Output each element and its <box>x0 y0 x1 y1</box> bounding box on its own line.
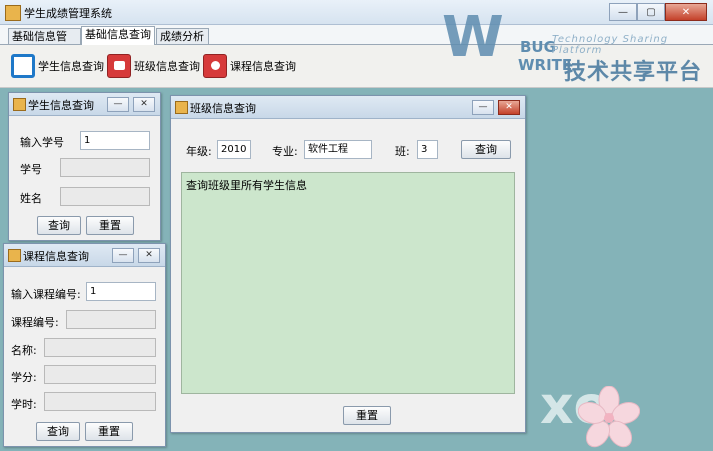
course-name-field <box>44 338 156 357</box>
class-label: 班: <box>395 145 410 158</box>
student-query-frame: 学生信息查询 — ✕ 输入学号 1 学号 姓名 查询 重置 <box>8 92 161 241</box>
course-query-submit-button[interactable]: 查询 <box>36 422 80 441</box>
app-icon <box>5 5 21 21</box>
course-query-label: 课程信息查询 <box>230 60 296 73</box>
course-frame-title: 课程信息查询 <box>23 250 89 263</box>
student-name-label: 姓名 <box>20 192 42 205</box>
course-credit-field <box>44 365 156 384</box>
course-hours-field <box>44 392 156 411</box>
student-frame-header[interactable]: 学生信息查询 — ✕ <box>9 93 160 116</box>
course-code-input-label: 输入课程编号: <box>11 288 81 301</box>
student-query-submit-button[interactable]: 查询 <box>37 216 81 235</box>
logo-tagline: Technology Sharing Platform <box>552 34 669 56</box>
class-input[interactable]: 3 <box>417 140 438 159</box>
course-credit-label: 学分: <box>11 371 37 384</box>
class-camera-icon <box>107 54 131 78</box>
class-query-label: 班级信息查询 <box>134 60 200 73</box>
tab-basic-info-manage[interactable]: 基础信息管理 <box>8 28 81 59</box>
watermark-logo: W BUG WRITE Technology Sharing Platform … <box>432 8 712 88</box>
course-reset-button[interactable]: 重置 <box>85 422 133 441</box>
course-code-field <box>66 310 156 329</box>
close-icon[interactable]: ✕ <box>133 97 155 112</box>
course-code-label: 课程编号: <box>11 316 59 329</box>
course-camera-icon <box>203 54 227 78</box>
logo-bug: BUG <box>520 38 556 56</box>
student-query-label: 学生信息查询 <box>38 60 104 73</box>
course-query-button[interactable]: 课程信息查询 <box>203 54 296 78</box>
logo-letter: W <box>442 5 504 70</box>
major-input[interactable]: 软件工程 <box>304 140 372 159</box>
course-name-label: 名称: <box>11 344 37 357</box>
frame-icon <box>8 249 21 262</box>
course-code-input[interactable]: 1 <box>86 282 156 301</box>
grade-label: 年级: <box>186 145 212 158</box>
class-frame-title: 班级信息查询 <box>190 102 256 115</box>
class-query-frame: 班级信息查询 — ✕ 年级: 2010 专业: 软件工程 班: 3 查询 查询班… <box>170 95 526 433</box>
student-reset-button[interactable]: 重置 <box>86 216 134 235</box>
close-icon[interactable]: ✕ <box>498 100 520 115</box>
frame-icon <box>175 101 188 114</box>
student-id-field <box>60 158 150 177</box>
class-result-area[interactable]: 查询班级里所有学生信息 <box>181 172 515 394</box>
student-frame-icon <box>11 54 35 78</box>
course-query-frame: 课程信息查询 — ✕ 输入课程编号: 1 课程编号: 名称: 学分: 学时: 查… <box>3 243 166 447</box>
student-id-label: 学号 <box>20 163 42 176</box>
course-frame-header[interactable]: 课程信息查询 — ✕ <box>4 244 165 267</box>
class-frame-header[interactable]: 班级信息查询 — ✕ <box>171 96 525 119</box>
tab-score-analysis[interactable]: 成绩分析 <box>156 28 209 44</box>
student-query-button[interactable]: 学生信息查询 <box>11 54 104 78</box>
minimize-icon[interactable]: — <box>472 100 494 115</box>
class-reset-button[interactable]: 重置 <box>343 406 391 425</box>
minimize-icon[interactable]: — <box>112 248 134 263</box>
minimize-icon[interactable]: — <box>107 97 129 112</box>
class-query-submit-button[interactable]: 查询 <box>461 140 511 159</box>
frame-icon <box>13 98 26 111</box>
student-id-input-label: 输入学号 <box>20 136 64 149</box>
app-title: 学生成绩管理系统 <box>24 7 112 20</box>
student-frame-title: 学生信息查询 <box>28 99 94 112</box>
major-label: 专业: <box>272 145 298 158</box>
tab-basic-info-query[interactable]: 基础信息查询 <box>81 26 155 45</box>
grade-input[interactable]: 2010 <box>217 140 251 159</box>
close-icon[interactable]: ✕ <box>138 248 160 263</box>
course-hours-label: 学时: <box>11 398 37 411</box>
student-id-input[interactable]: 1 <box>80 131 150 150</box>
class-query-button[interactable]: 班级信息查询 <box>107 54 200 78</box>
student-name-field <box>60 187 150 206</box>
logo-cn-text: 技术共享平台 <box>564 60 703 85</box>
sakura-flower-icon <box>578 386 640 448</box>
